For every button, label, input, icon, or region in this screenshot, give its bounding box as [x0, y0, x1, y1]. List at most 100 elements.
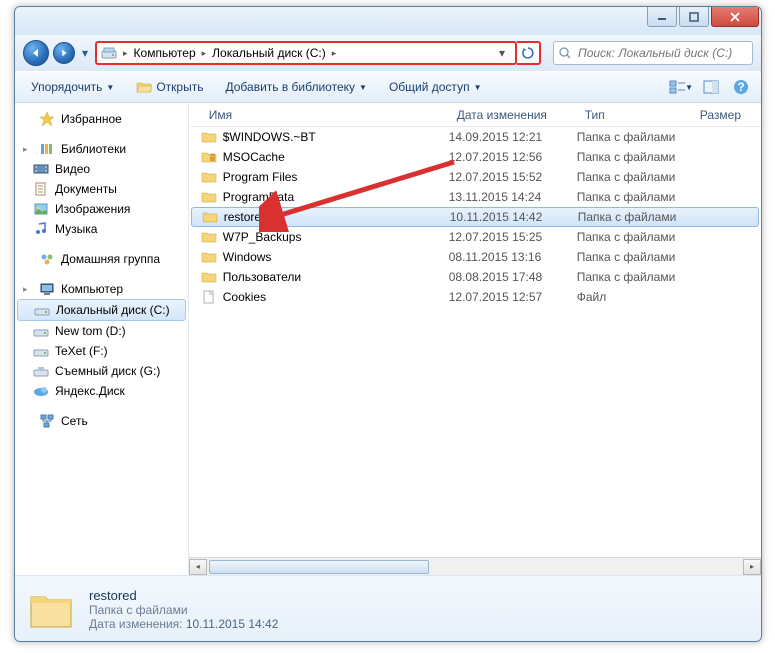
column-type[interactable]: Тип: [577, 108, 692, 122]
file-row[interactable]: Пользователи08.08.2015 17:48Папка с файл…: [189, 267, 761, 287]
address-dropdown[interactable]: ▾: [493, 46, 511, 60]
share-button[interactable]: Общий доступ▼: [381, 77, 490, 97]
nav-history-dropdown[interactable]: ▾: [79, 44, 91, 62]
minimize-button[interactable]: [647, 7, 677, 27]
file-name: Cookies: [223, 290, 266, 304]
breadcrumb-chevron-icon: ▸: [123, 48, 128, 59]
star-icon: [39, 111, 55, 127]
nav-new-tom-d[interactable]: New tom (D:): [15, 321, 188, 341]
file-row[interactable]: $WINDOWS.~BT14.09.2015 12:21Папка с файл…: [189, 127, 761, 147]
file-type: Папка с файлами: [577, 250, 692, 264]
open-button[interactable]: Открыть: [128, 76, 211, 98]
yandex-disk-icon: [33, 383, 49, 399]
file-date: 12.07.2015 12:56: [449, 150, 577, 164]
file-name: MSOCache: [223, 150, 285, 164]
nav-yandex-disk[interactable]: Яндекс.Диск: [15, 381, 188, 401]
details-name: restored: [89, 588, 278, 603]
drive-icon: [101, 45, 117, 61]
nav-documents[interactable]: Документы: [15, 179, 188, 199]
file-rows: $WINDOWS.~BT14.09.2015 12:21Папка с файл…: [189, 127, 761, 557]
scroll-thumb[interactable]: [209, 560, 429, 574]
file-date: 12.07.2015 15:52: [449, 170, 577, 184]
folder-icon: [201, 229, 217, 245]
file-row[interactable]: restored 10.11.2015 14:42Папка с файлами: [191, 207, 759, 227]
file-date: 08.11.2015 13:16: [449, 250, 577, 264]
titlebar: [15, 7, 761, 35]
organize-button[interactable]: Упорядочить▼: [23, 77, 122, 97]
file-name: $WINDOWS.~BT: [223, 130, 316, 144]
file-type: Файл: [577, 290, 692, 304]
breadcrumb-local-disk[interactable]: Локальный диск (C:): [212, 46, 326, 60]
file-name: Пользователи: [223, 270, 301, 284]
file-row[interactable]: Program Files12.07.2015 15:52Папка с фай…: [189, 167, 761, 187]
details-type: Папка с файлами: [89, 603, 278, 617]
nav-homegroup[interactable]: Домашняя группа: [15, 249, 188, 269]
details-pane: restored Папка с файлами Дата изменения:…: [15, 575, 761, 642]
nav-favorites[interactable]: Избранное: [15, 109, 188, 129]
nav-music[interactable]: Музыка: [15, 219, 188, 239]
file-list-pane: Имя Дата изменения Тип Размер $WINDOWS.~…: [189, 103, 761, 575]
nav-pictures[interactable]: Изображения: [15, 199, 188, 219]
breadcrumb-computer[interactable]: Компьютер: [134, 46, 196, 60]
folder-icon: [202, 209, 218, 225]
file-name: Windows: [223, 250, 272, 264]
nav-network[interactable]: Сеть: [15, 411, 188, 431]
forward-button[interactable]: [53, 42, 75, 64]
address-bar[interactable]: ▸ Компьютер ▸ Локальный диск (C:) ▸ ▾: [95, 41, 517, 65]
explorer-body: Избранное ▸Библиотеки Видео Документы Из…: [15, 103, 761, 575]
close-button[interactable]: [711, 7, 759, 27]
file-name: restored: [224, 210, 268, 224]
search-box[interactable]: [553, 41, 753, 65]
file-type: Папка с файлами: [577, 230, 692, 244]
nav-local-disk-c[interactable]: Локальный диск (C:): [17, 299, 186, 321]
file-row[interactable]: ProgramData13.11.2015 14:24Папка с файла…: [189, 187, 761, 207]
folder-lock-icon: [201, 149, 217, 165]
back-button[interactable]: [23, 40, 49, 66]
documents-icon: [33, 181, 49, 197]
file-type: Папка с файлами: [577, 150, 692, 164]
folder-icon: [201, 249, 217, 265]
file-date: 10.11.2015 14:42: [450, 210, 578, 224]
folder-icon: [201, 129, 217, 145]
scroll-left-button[interactable]: ◂: [189, 559, 207, 575]
drive-icon: [33, 323, 49, 339]
add-to-library-button[interactable]: Добавить в библиотеку▼: [217, 77, 374, 97]
navigation-pane: Избранное ▸Библиотеки Видео Документы Из…: [15, 103, 189, 575]
folder-icon: [201, 169, 217, 185]
file-row[interactable]: Cookies12.07.2015 12:57Файл: [189, 287, 761, 307]
nav-removable-g[interactable]: Съемный диск (G:): [15, 361, 188, 381]
nav-texet-f[interactable]: TeXet (F:): [15, 341, 188, 361]
details-date-value: 10.11.2015 14:42: [186, 617, 279, 631]
file-date: 08.08.2015 17:48: [449, 270, 577, 284]
scroll-right-button[interactable]: ▸: [743, 559, 761, 575]
preview-pane-button[interactable]: [699, 76, 723, 98]
search-input[interactable]: [578, 46, 748, 60]
drive-icon: [34, 302, 50, 318]
file-type: Папка с файлами: [578, 210, 693, 224]
drive-icon: [33, 343, 49, 359]
file-row[interactable]: MSOCache 12.07.2015 12:56Папка с файлами: [189, 147, 761, 167]
column-name[interactable]: Имя: [201, 108, 449, 122]
music-icon: [33, 221, 49, 237]
nav-libraries[interactable]: ▸Библиотеки: [15, 139, 188, 159]
file-row[interactable]: W7P_Backups12.07.2015 15:25Папка с файла…: [189, 227, 761, 247]
nav-video[interactable]: Видео: [15, 159, 188, 179]
file-date: 13.11.2015 14:24: [449, 190, 577, 204]
breadcrumb-chevron-icon: ▸: [332, 48, 337, 59]
maximize-button[interactable]: [679, 7, 709, 27]
file-name: W7P_Backups: [223, 230, 302, 244]
view-options-button[interactable]: ▼: [669, 76, 693, 98]
address-bar-row: ▾ ▸ Компьютер ▸ Локальный диск (C:) ▸ ▾: [15, 35, 761, 71]
folder-icon: [201, 189, 217, 205]
file-date: 14.09.2015 12:21: [449, 130, 577, 144]
column-date[interactable]: Дата изменения: [449, 108, 577, 122]
nav-computer[interactable]: ▸Компьютер: [15, 279, 188, 299]
help-button[interactable]: ?: [729, 76, 753, 98]
column-size[interactable]: Размер: [692, 108, 761, 122]
refresh-button[interactable]: [517, 41, 541, 65]
file-row[interactable]: Windows 08.11.2015 13:16Папка с файлами: [189, 247, 761, 267]
folder-icon: [201, 269, 217, 285]
file-type: Папка с файлами: [577, 170, 692, 184]
horizontal-scrollbar[interactable]: ◂ ▸: [189, 557, 761, 575]
network-icon: [39, 413, 55, 429]
